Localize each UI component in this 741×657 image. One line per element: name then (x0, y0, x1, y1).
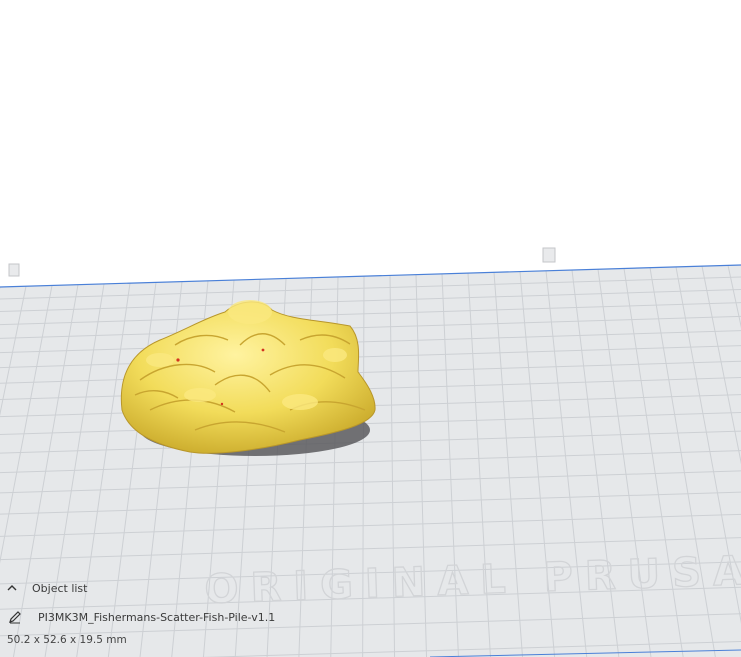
object-dimensions: 50.2 x 52.6 x 19.5 mm (7, 634, 127, 646)
object-list-panel: Object list PI3MK3M_Fishermans-Scatter-F… (0, 574, 360, 657)
object-name: PI3MK3M_Fishermans-Scatter-Fish-Pile-v1.… (38, 610, 276, 624)
pencil-icon[interactable] (8, 610, 22, 624)
chevron-up-icon[interactable] (5, 581, 19, 595)
object-list-label: Object list (32, 581, 88, 595)
bed-clip-middle (542, 247, 556, 263)
object-list-header[interactable]: Object list (0, 578, 87, 598)
print-bed-scene[interactable]: ORIGINAL PRUSA (0, 0, 741, 657)
bed-clip-left (8, 263, 20, 277)
object-dimensions-row: 50.2 x 52.6 x 19.5 mm (0, 630, 127, 650)
3d-viewport[interactable]: ORIGINAL PRUSA Object list PI3MK3M_Fishe… (0, 0, 741, 657)
object-list-item[interactable]: PI3MK3M_Fishermans-Scatter-Fish-Pile-v1.… (0, 607, 275, 627)
